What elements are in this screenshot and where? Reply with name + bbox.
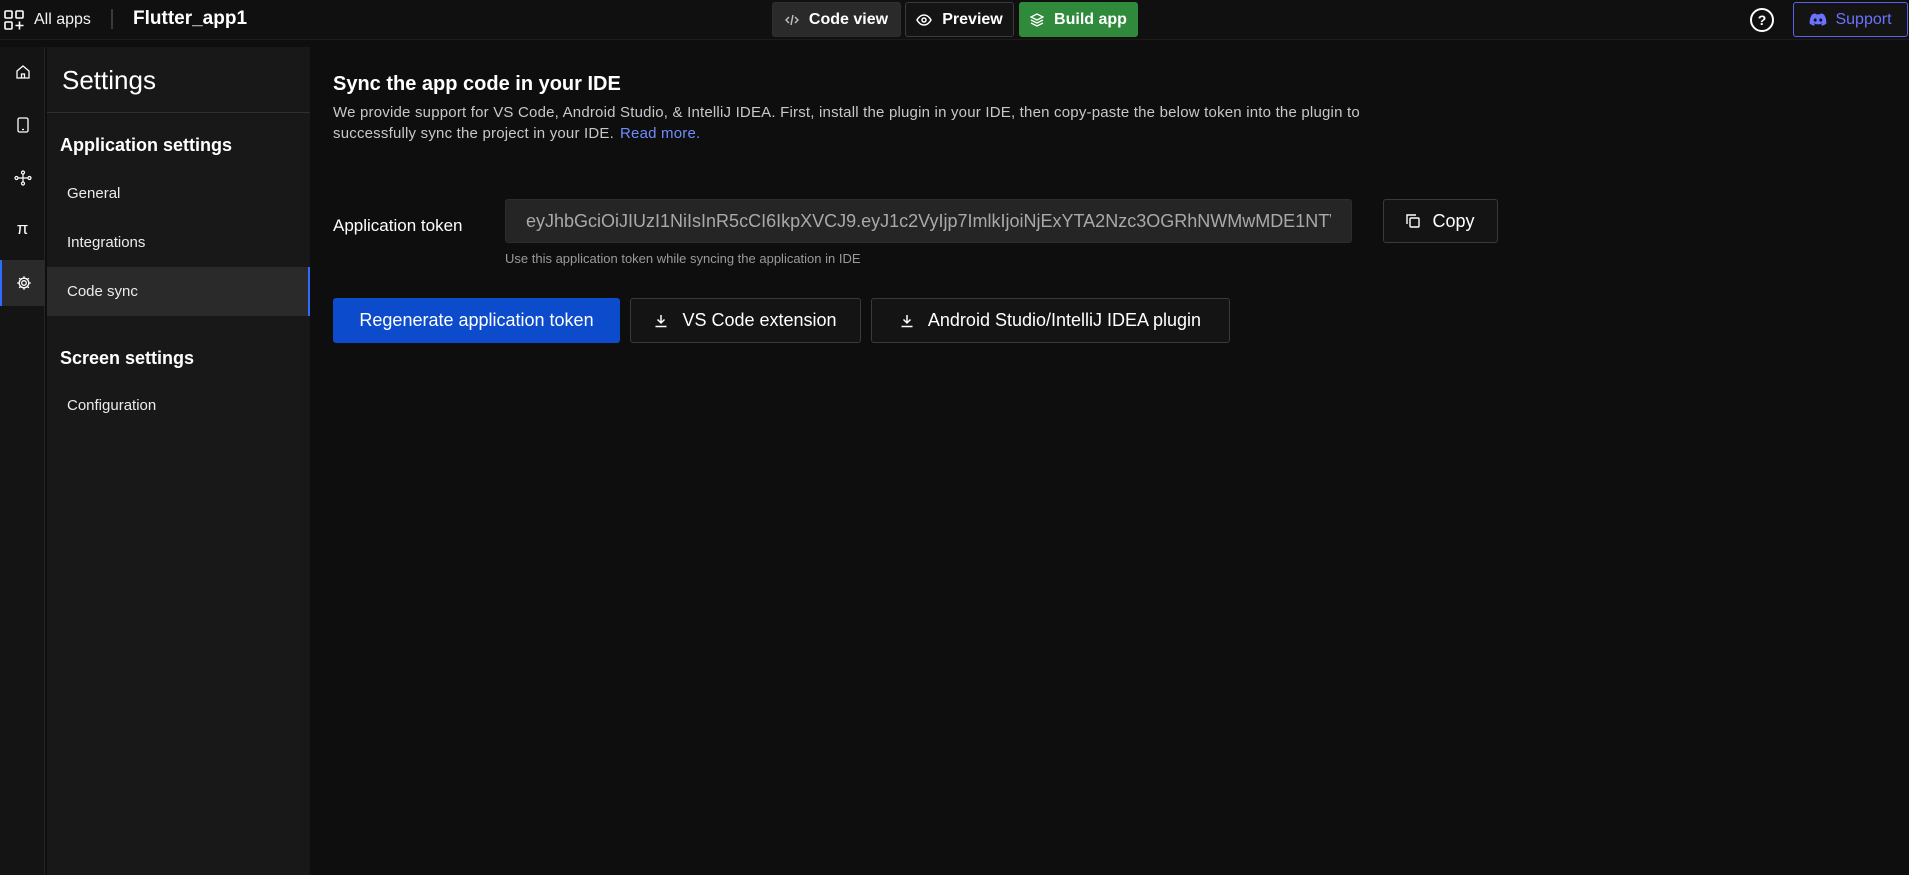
code-view-label: Code view (808, 10, 889, 28)
copy-label: Copy (1432, 210, 1475, 231)
application-token-label: Application token (333, 216, 463, 235)
workflow-icon (13, 170, 32, 186)
token-help-text: Use this application token while syncing… (505, 251, 861, 266)
download-icon (900, 314, 914, 328)
rail-home[interactable] (0, 49, 45, 95)
rail-functions[interactable]: π (0, 206, 45, 252)
copy-icon (1406, 214, 1421, 228)
page-title: Sync the app code in your IDE (333, 73, 621, 95)
copy-button[interactable]: Copy (1383, 199, 1498, 243)
preview-label: Preview (942, 10, 1003, 28)
icon-rail: π (0, 47, 45, 875)
vscode-extension-label: VS Code extension (682, 310, 837, 330)
gear-icon (16, 275, 32, 291)
project-name: Flutter_app1 (133, 8, 248, 29)
discord-icon (1809, 12, 1827, 27)
build-app-label: Build app (1054, 10, 1127, 28)
pi-icon: π (16, 219, 29, 238)
sidebar-item-general[interactable]: General (47, 169, 310, 218)
page-description: We provide support for VS Code, Android … (333, 102, 1373, 144)
regenerate-token-button[interactable]: Regenerate application token (333, 298, 620, 343)
download-icon (654, 314, 668, 328)
application-settings-heading: Application settings (60, 135, 233, 155)
home-icon (15, 64, 31, 80)
sidebar-item-configuration[interactable]: Configuration (47, 381, 310, 430)
code-view-button[interactable]: Code view (772, 2, 901, 37)
preview-button[interactable]: Preview (905, 2, 1014, 37)
rail-screens[interactable] (0, 102, 45, 148)
description-text: We provide support for VS Code, Android … (333, 104, 1360, 142)
regenerate-label: Regenerate application token (359, 310, 594, 330)
rail-settings[interactable] (0, 260, 45, 306)
settings-title: Settings (62, 65, 156, 95)
support-label: Support (1835, 10, 1892, 28)
android-studio-plugin-label: Android Studio/IntelliJ IDEA plugin (927, 310, 1202, 330)
main-content: Sync the app code in your IDE We provide… (310, 40, 1909, 875)
code-icon (784, 14, 799, 26)
top-bar: All apps Flutter_app1 Code view Preview … (0, 0, 1909, 40)
all-apps-label: All apps (34, 11, 91, 28)
all-apps-button[interactable]: All apps (4, 7, 91, 33)
application-token-field[interactable] (505, 199, 1352, 243)
apps-grid-icon (4, 10, 24, 30)
support-button[interactable]: Support (1793, 2, 1908, 37)
android-studio-plugin-button[interactable]: Android Studio/IntelliJ IDEA plugin (871, 298, 1230, 343)
eye-icon (916, 13, 933, 26)
layers-icon (1030, 12, 1045, 27)
help-icon[interactable]: ? (1750, 8, 1774, 32)
screen-settings-heading: Screen settings (60, 348, 195, 368)
settings-sidebar: Settings Application settings General In… (47, 47, 310, 875)
sidebar-item-code-sync[interactable]: Code sync (47, 267, 310, 316)
read-more-link[interactable]: Read more. (620, 125, 700, 142)
topbar-divider (111, 9, 113, 29)
rail-workflow[interactable] (0, 155, 45, 201)
sidebar-item-integrations[interactable]: Integrations (47, 218, 310, 267)
phone-icon (16, 117, 29, 133)
settings-divider (47, 112, 310, 113)
vscode-extension-button[interactable]: VS Code extension (630, 298, 861, 343)
build-app-button[interactable]: Build app (1019, 2, 1138, 37)
